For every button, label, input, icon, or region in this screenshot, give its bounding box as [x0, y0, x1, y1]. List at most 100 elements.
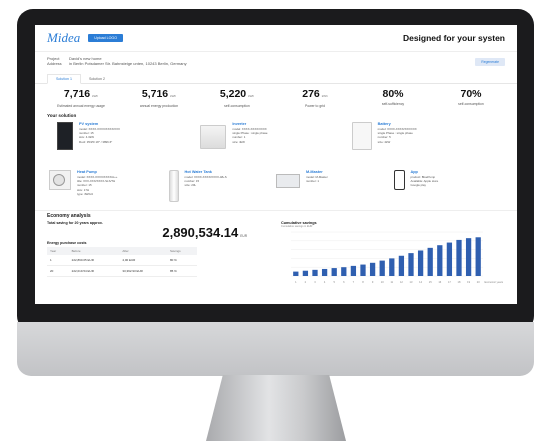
x-tick-label: 14: [419, 280, 422, 284]
table-cell: 4,00 EUR: [119, 255, 167, 266]
energy-costs-table: Year Before After Savings 1 222,890.05 E…: [47, 247, 197, 277]
product-grid-row-2: Heat Pump model: XXXX-XXXX/XXXX/A++ title…: [35, 168, 517, 210]
upload-logo-button[interactable]: Upload LOGO: [88, 34, 123, 42]
product-card-inverter[interactable]: Inverter model: XXXX-XXXX/XXXX single Pha…: [200, 120, 351, 168]
x-tick-label: 9: [372, 280, 374, 284]
kpi-value: 7,716: [63, 88, 91, 100]
column-header: After: [119, 247, 167, 255]
column-header: Savings: [166, 247, 197, 255]
x-tick-label: 4: [324, 280, 326, 284]
kpi-unit: kWh: [170, 94, 177, 98]
kpi-value: 5,220: [219, 88, 247, 100]
inverter-image: [200, 125, 227, 149]
tab-solution-2[interactable]: Solution 2: [81, 75, 113, 83]
x-tick-label: 12: [400, 280, 403, 284]
savings-panel: Total saving for 20 years approx. 2,890,…: [47, 221, 273, 287]
tab-solution-1[interactable]: Solution 1: [47, 74, 81, 84]
bar-year-13: [408, 253, 414, 276]
product-title: Hot Water Tank: [184, 170, 212, 174]
m-master-image: [276, 174, 300, 188]
x-tick-label: 8: [362, 280, 364, 284]
kpi-self-consumption-rate: 70% self-consumption: [439, 89, 503, 109]
bar-year-19: [465, 238, 472, 276]
product-card-heat-pump[interactable]: Heat Pump model: XXXX-XXXX/XXXX/A++ title…: [49, 168, 163, 210]
x-tick-label: 10: [381, 280, 384, 284]
monitor-stand: [206, 375, 346, 441]
product-detail: type: 4W/H4: [77, 191, 93, 196]
column-header: Before: [68, 247, 120, 255]
product-title: PV system: [79, 122, 99, 126]
product-card-battery[interactable]: Battery model: XXXX-XXXX/XXXX/XX single P…: [351, 120, 503, 168]
product-detail: size: 4kW: [377, 139, 391, 144]
phone-app-image: [393, 170, 405, 190]
product-detail: Roof: 35/25/ 18° / 3896.6°: [79, 139, 113, 144]
kpi-label: self-sufficiency: [381, 102, 405, 106]
kpi-unit: kWh: [92, 94, 99, 98]
kpi-unit: kWh: [248, 94, 255, 98]
x-tick-label: 11: [390, 280, 393, 284]
x-tick-label: 5: [333, 280, 335, 284]
kpi-label: self-consumption: [458, 102, 484, 106]
bar-year-15: [427, 247, 433, 276]
x-tick-label: 16: [438, 280, 441, 284]
cumulative-savings-chart: 1 2 3 4 5 6 7 8 9 10 11 12 13 14 15 16 17 18 19 20 Economic …: [291, 231, 504, 284]
battery-image: [351, 122, 372, 150]
project-info: Project David's new home Address in Berlin…: [35, 52, 517, 73]
solution-tabs: Solution 1 Solution 2: [35, 73, 517, 84]
table-cell: 33,392.93 EUR: [119, 265, 167, 277]
bar-year-4: [321, 268, 328, 276]
kpi-energy-usage: 7,716 kWh Estimated annual energy usage: [49, 89, 113, 109]
x-tick-label: 13: [410, 280, 413, 284]
solution-title: Your solution: [47, 113, 77, 118]
x-tick-label: 1: [295, 280, 297, 284]
product-title: M-Master: [306, 170, 323, 174]
solar-panel-image: [57, 122, 73, 150]
top-bar: Midea Upload LOGO Designed for your syst…: [35, 25, 517, 52]
bar-year-10: [379, 260, 385, 276]
regenerate-button[interactable]: Regenerate: [475, 58, 505, 66]
bar-year-11: [389, 258, 395, 276]
product-title: Inverter: [232, 122, 247, 126]
x-tick-label: 19: [467, 280, 470, 284]
product-card-hot-water-tank[interactable]: Hot Water Tank model: XXXX-XXXX/XXXX-48+…: [163, 168, 277, 210]
product-title: Battery: [377, 122, 391, 126]
table-row: 1 222,890.05 EUR 4,00 EUR 80 %: [47, 255, 197, 266]
total-saving-amount: 2,890,534.14: [162, 225, 239, 240]
economy-title: Economy analysis: [35, 210, 517, 221]
product-detail: size: 20L: [184, 183, 197, 188]
table-cell: 80 %: [166, 255, 197, 266]
table-cell: 222,019.54 EUR: [68, 265, 120, 277]
product-detail: Google play: [410, 183, 426, 188]
product-card-m-master[interactable]: M-Master model: M-Master number: 1: [276, 168, 390, 210]
bar-year-18: [456, 239, 462, 276]
bar-year-3: [312, 269, 318, 276]
x-tick-label: 17: [448, 280, 451, 284]
kpi-value: 70%: [460, 88, 482, 100]
economy-section: Total saving for 20 years approx. 2,890,…: [35, 221, 517, 287]
column-header: Year: [47, 247, 69, 255]
table-cell: 1: [47, 255, 69, 266]
kpi-label: Power to grid: [305, 104, 325, 108]
kpi-self-consumption: 5,220 kWh self-consumption: [205, 89, 269, 109]
bar-year-16: [437, 245, 443, 276]
table-cell: 20: [47, 265, 69, 277]
energy-costs-title: Energy purchase costs: [47, 241, 87, 245]
bar-year-2: [302, 270, 309, 276]
product-card-app[interactable]: App product: BluePump Available: Apple st…: [390, 168, 504, 210]
x-tick-label: 7: [353, 280, 355, 284]
bar-year-14: [417, 250, 424, 276]
kpi-label: self-consumption: [224, 104, 250, 108]
bar-year-17: [446, 242, 453, 276]
page-title: Designed for your systen: [402, 33, 505, 43]
x-tick-label: 20: [477, 280, 480, 284]
kpi-label: Estimated annual energy usage: [57, 104, 105, 108]
x-tick-label: 3: [314, 280, 316, 284]
bar-year-6: [341, 267, 347, 276]
product-title: Heat Pump: [77, 170, 97, 174]
bar-year-8: [360, 264, 366, 276]
product-card-pv[interactable]: PV system model: XXXX-XXXX/XXXX/XXX numbe…: [49, 120, 200, 168]
bar-year-20: [475, 237, 481, 276]
bar-year-5: [331, 268, 337, 276]
kpi-value: 80%: [382, 88, 404, 100]
kpi-label: annual energy production: [139, 104, 179, 108]
